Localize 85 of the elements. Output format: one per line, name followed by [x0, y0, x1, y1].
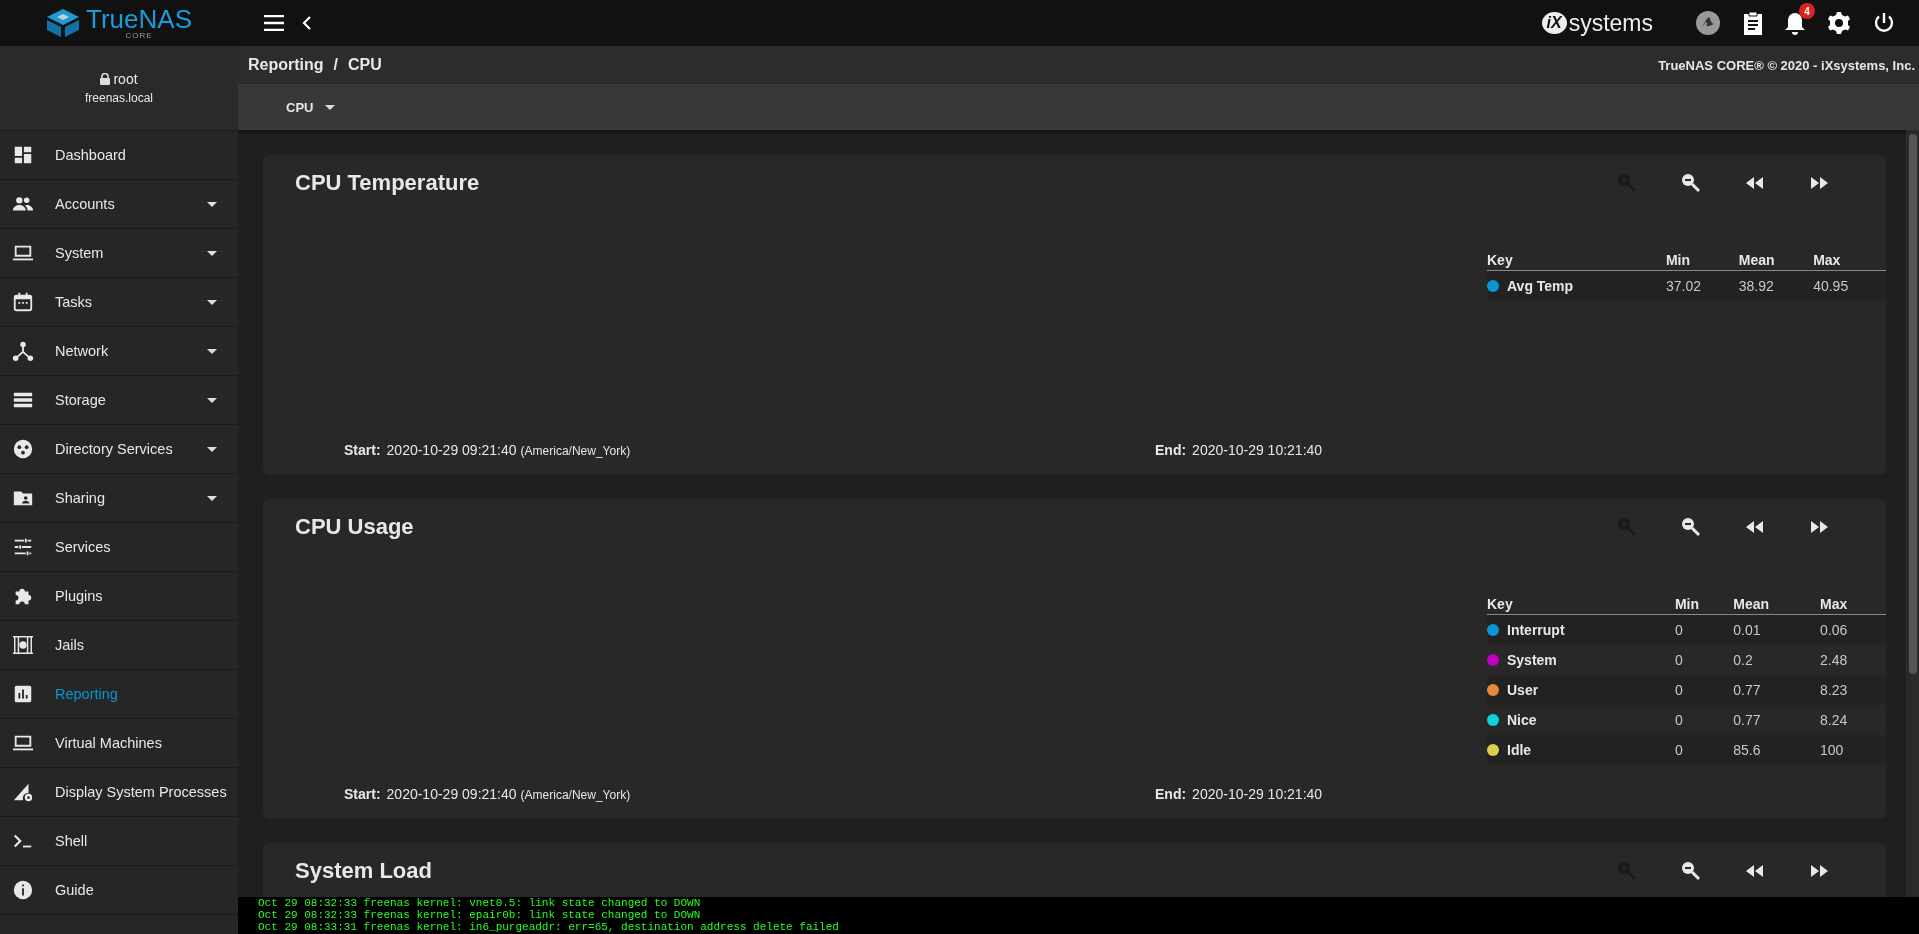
hostname: freenas.local — [84, 91, 153, 105]
end-time: 2020-10-29 10:21:40 — [1192, 786, 1323, 802]
menu-icon — [264, 15, 284, 31]
column-header: Max — [1813, 252, 1841, 268]
column-header: Min — [1674, 596, 1699, 612]
settings-button[interactable] — [1827, 11, 1851, 35]
sliders-icon — [12, 536, 34, 558]
series-name: System — [1507, 652, 1557, 668]
table-cell: 38.92 — [1738, 278, 1774, 294]
username: root — [113, 71, 138, 87]
bar-chart-icon — [12, 683, 34, 705]
power-icon — [1873, 12, 1895, 34]
chevron-left-icon — [302, 16, 312, 30]
column-header: Min — [1665, 252, 1691, 268]
menu-button[interactable] — [264, 15, 284, 31]
table-cell: 0 — [1674, 712, 1683, 728]
breadcrumb-separator: / — [333, 56, 338, 74]
timezone: (America/New_York) — [520, 788, 631, 802]
column-header: Mean — [1738, 252, 1775, 268]
wave-circle-icon — [1695, 10, 1721, 36]
scrollbar[interactable] — [1906, 130, 1919, 897]
brand-logo-text: systems — [1568, 9, 1653, 37]
card-title: CPU Temperature — [295, 169, 481, 196]
start-time: 2020-10-29 09:21:40 — [386, 786, 517, 802]
copyright-text: TrueNAS CORE® © 2020 - iXsystems, Inc. — [1658, 57, 1915, 73]
card-title: System Load — [295, 857, 433, 884]
table-cell: 8.24 — [1819, 712, 1848, 728]
dots-circle-icon — [12, 438, 34, 460]
calendar-icon — [12, 291, 34, 313]
breadcrumb-item[interactable]: Reporting — [248, 56, 324, 74]
collapse-button[interactable] — [302, 16, 312, 30]
start-label: Start: — [344, 786, 381, 802]
jail-icon — [12, 634, 34, 656]
settings-icon — [1827, 11, 1851, 35]
clipboard-icon — [1743, 11, 1763, 35]
table-cell: 37.02 — [1665, 278, 1701, 294]
card-title: CPU Usage — [295, 513, 415, 540]
dashboard-icon — [12, 144, 34, 166]
series-name: Interrupt — [1507, 622, 1565, 638]
column-header: Key — [1487, 596, 1513, 612]
series-name: Nice — [1507, 712, 1537, 728]
column-header: Key — [1487, 252, 1513, 268]
breadcrumb-item[interactable]: CPU — [348, 56, 382, 74]
series-name: Idle — [1507, 742, 1532, 758]
table-cell: 0 — [1674, 652, 1683, 668]
logo-subtitle: CORE — [125, 32, 153, 40]
table-cell: 100 — [1819, 742, 1844, 758]
tasks-button[interactable] — [1743, 11, 1763, 35]
start-time: 2020-10-29 09:21:40 — [386, 442, 517, 458]
lock-icon — [100, 73, 111, 85]
info-icon — [12, 879, 34, 901]
table-cell: 0 — [1674, 622, 1683, 638]
timezone: (America/New_York) — [520, 444, 631, 458]
table-cell: 8.23 — [1819, 682, 1848, 698]
column-header: Max — [1819, 596, 1848, 612]
end-label: End: — [1155, 442, 1187, 458]
table-cell: 85.6 — [1733, 742, 1761, 758]
table-cell: 2.48 — [1819, 652, 1848, 668]
network-icon — [12, 340, 34, 362]
table-cell: 40.95 — [1813, 278, 1849, 294]
truecommand-button[interactable] — [1695, 10, 1721, 36]
power-button[interactable] — [1873, 12, 1895, 34]
bell-icon — [1785, 11, 1805, 35]
table-cell: 0.01 — [1733, 622, 1761, 638]
logo-text: TrueNAS — [86, 6, 192, 32]
column-header: Mean — [1733, 596, 1770, 612]
caret-icon — [325, 104, 336, 110]
brand-logo-mark: iX — [1541, 12, 1567, 34]
report-dropdown[interactable]: CPU — [286, 95, 336, 119]
end-label: End: — [1155, 786, 1187, 802]
series-name: User — [1507, 682, 1539, 698]
table-cell: 0 — [1674, 682, 1683, 698]
end-time: 2020-10-29 10:21:40 — [1192, 442, 1323, 458]
table-cell: 0.77 — [1733, 712, 1761, 728]
series-name: Avg Temp — [1507, 278, 1574, 294]
table-cell: 0.77 — [1733, 682, 1761, 698]
table-cell: 0 — [1674, 742, 1683, 758]
table-cell: 0.2 — [1733, 652, 1753, 668]
notifications-button[interactable] — [1785, 11, 1805, 35]
logo-icon — [46, 8, 80, 38]
table-cell: 0.06 — [1819, 622, 1848, 638]
console-log: Oct 29 08:32:33 freenas kernel: vnet0.5: link state changed to DOWN Oct 29 08:32:33 freenas kernel: epair0b: link state changed to DOWN Oct 29 08:33:31 freenas kernel: in6_purgeaddr: err=65, destination address delete failed — [238, 897, 1919, 934]
signal-gear-icon — [12, 781, 34, 803]
start-label: Start: — [344, 442, 381, 458]
notification-count: 4 — [1799, 3, 1815, 19]
